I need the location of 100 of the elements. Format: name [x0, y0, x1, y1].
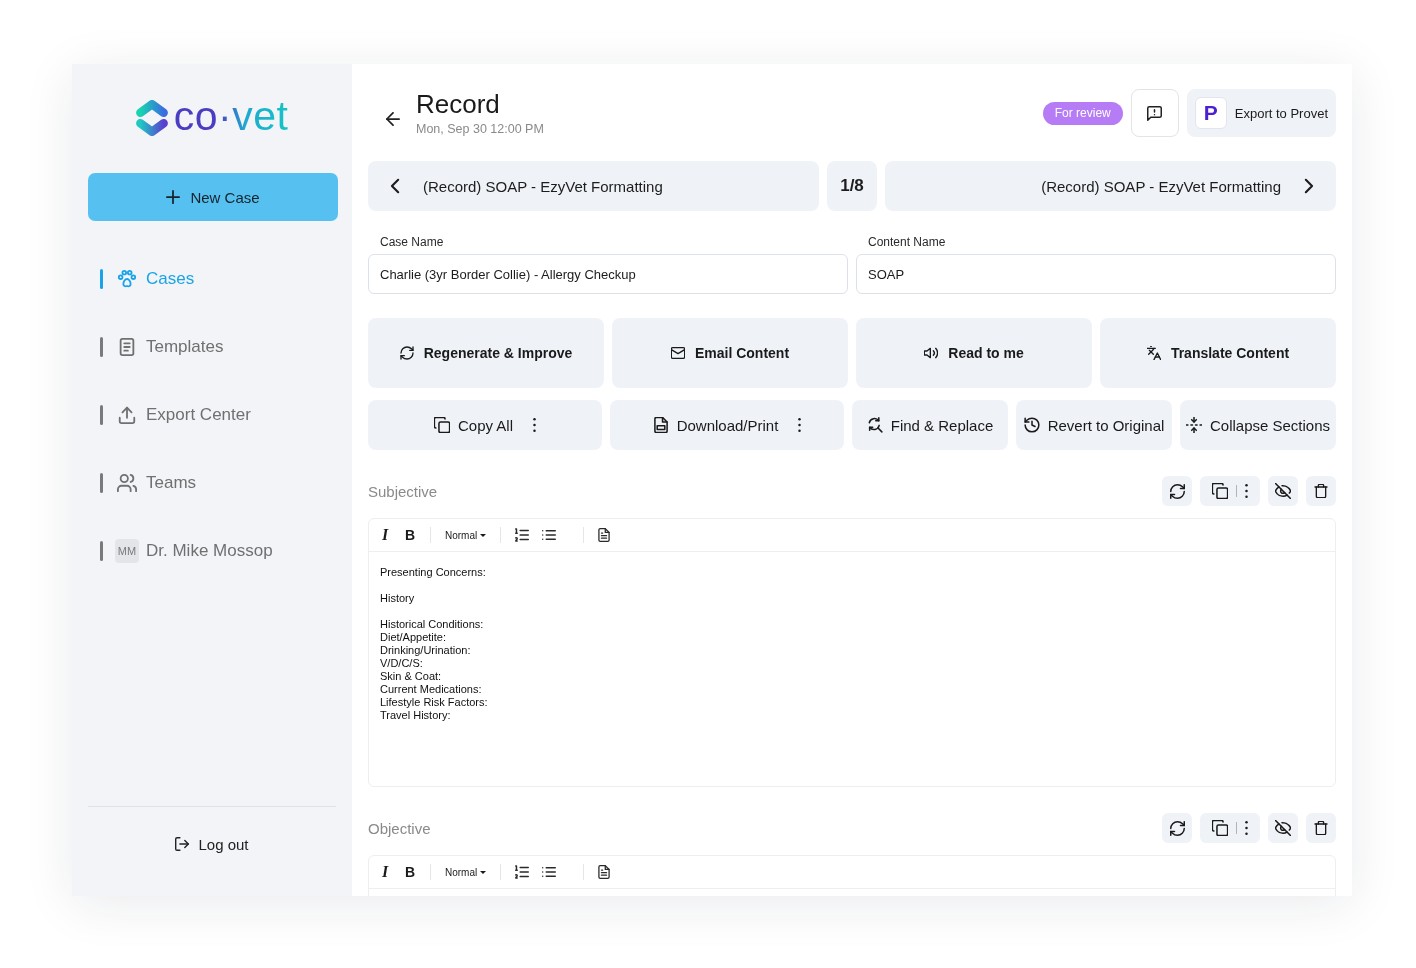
nav-item[interactable]: Export Center — [100, 395, 251, 435]
log-out-button[interactable]: Log out — [171, 826, 253, 862]
page-counter: 1/8 — [827, 161, 877, 211]
eye-off-icon — [1275, 483, 1291, 499]
document-icon — [598, 865, 611, 879]
speaker-icon — [924, 346, 939, 360]
feedback-button[interactable] — [1130, 89, 1179, 137]
new-case-button[interactable]: New Case — [88, 173, 338, 221]
numbered-list-button[interactable] — [515, 862, 530, 882]
regenerate-button[interactable] — [1162, 813, 1192, 843]
editor-text-line: Current Medications: — [380, 683, 482, 696]
refresh-icon — [399, 346, 414, 360]
action-button[interactable]: Regenerate & Improve — [368, 318, 604, 388]
plus-icon — [166, 190, 181, 204]
section-title: Objective — [368, 819, 431, 837]
bold-button[interactable]: B — [404, 864, 416, 880]
format-dropdown[interactable]: Normal — [445, 866, 487, 878]
text-field[interactable]: Charlie (3yr Border Collie) - Allergy Checkup — [368, 254, 848, 294]
export-button[interactable]: P Export to Provet — [1186, 89, 1336, 137]
p-logo: P — [1194, 97, 1227, 129]
more-icon — [1245, 484, 1248, 498]
delete-button[interactable] — [1306, 813, 1336, 843]
tool-button[interactable]: Revert to Original — [1016, 400, 1172, 450]
action-button[interactable]: Translate Content — [1100, 318, 1336, 388]
action-button[interactable]: Email Content — [612, 318, 848, 388]
history-icon — [1023, 417, 1040, 433]
indicator-bar-icon — [100, 405, 103, 425]
bullet-list-icon — [542, 865, 557, 879]
section-title: Subjective — [368, 482, 438, 500]
tool-button[interactable]: Find & Replace — [852, 400, 1008, 450]
italic-button[interactable]: I — [379, 863, 391, 881]
avatar-initials: MM — [115, 539, 139, 563]
hide-button[interactable] — [1268, 813, 1298, 843]
next-template-button[interactable]: (Record) SOAP - EzyVet Formatting — [885, 161, 1336, 211]
document-button[interactable] — [598, 525, 611, 545]
indicator-bar-icon — [100, 337, 103, 357]
indicator-bar-icon — [100, 541, 103, 561]
trash-icon — [1314, 484, 1328, 498]
editor-text-line: V/D/C/S: — [380, 657, 423, 670]
editor-text-line: Presenting Concerns: — [380, 566, 486, 579]
collapse-icon — [1185, 417, 1202, 433]
indicator-bar-icon — [100, 269, 103, 289]
eye-off-icon — [1275, 820, 1291, 836]
paw-icon — [117, 269, 137, 289]
bullet-list-icon — [542, 528, 557, 542]
more-icon — [798, 418, 802, 432]
nav-item[interactable]: MM Dr. Mike Mossop — [100, 531, 273, 571]
hide-button[interactable] — [1268, 476, 1298, 506]
tool-button[interactable]: Collapse Sections — [1180, 400, 1336, 450]
delete-button[interactable] — [1306, 476, 1336, 506]
refresh-icon — [1169, 483, 1185, 499]
status-badge: For review — [1042, 101, 1123, 125]
regenerate-button[interactable] — [1162, 476, 1192, 506]
pdf-file-icon — [652, 417, 669, 433]
action-button[interactable]: Read to me — [856, 318, 1092, 388]
tool-button[interactable]: Download/Print — [610, 400, 844, 450]
nav-item[interactable]: Teams — [100, 463, 197, 503]
copy-icon — [1212, 483, 1228, 499]
arrow-left-icon — [386, 112, 400, 126]
tool-button[interactable]: Copy All — [368, 400, 602, 450]
chevron-right-icon — [1303, 178, 1314, 194]
record-date: Mon, Sep 30 12:00 PM — [416, 121, 544, 137]
editor-text-line: Lifestyle Risk Factors: — [380, 696, 488, 709]
copy-icon — [434, 417, 450, 433]
text-field[interactable]: SOAP — [856, 254, 1336, 294]
previous-template-button[interactable]: (Record) SOAP - EzyVet Formatting — [368, 161, 819, 211]
mail-icon — [670, 346, 685, 360]
editor-text-line: Diet/Appetite: — [380, 631, 447, 644]
document-icon — [117, 337, 137, 357]
caret-icon — [480, 870, 487, 874]
nav-item[interactable]: Templates — [100, 327, 224, 367]
bold-button[interactable]: B — [404, 527, 416, 543]
copy-icon — [1212, 820, 1228, 836]
logo-mark-icon — [135, 100, 168, 136]
message-alert-icon — [1147, 105, 1163, 121]
indicator-bar-icon — [100, 473, 103, 493]
trash-icon — [1314, 821, 1328, 835]
document-icon — [598, 528, 611, 542]
page-title: Record — [416, 89, 501, 119]
upload-icon — [117, 405, 137, 425]
more-icon — [1245, 821, 1248, 835]
format-dropdown[interactable]: Normal — [445, 529, 487, 541]
field-label: Case Name — [380, 235, 444, 249]
field-label: Content Name — [868, 235, 946, 249]
editor-text-line: Historical Conditions: — [380, 618, 484, 631]
users-icon — [117, 473, 137, 493]
editor-text-line: Skin & Coat: — [380, 670, 442, 683]
rich-text-editor[interactable]: I B Normal — [368, 855, 1336, 896]
search-replace-icon — [866, 417, 883, 433]
numbered-list-button[interactable] — [515, 525, 530, 545]
rich-text-editor[interactable]: I B Normal Presenting Concerns: History Historical Conditions: Diet/Appetite: Drinking/Urination: V/D/C/S: Skin & Coat: Current Medications: Lifestyle Risk Factors: Travel History: — [368, 518, 1336, 787]
italic-button[interactable]: I — [379, 526, 391, 544]
editor-text-line: History — [380, 592, 415, 605]
document-button[interactable] — [598, 862, 611, 882]
log-out-icon — [175, 837, 190, 851]
caret-icon — [480, 533, 487, 537]
more-icon — [533, 418, 536, 432]
numbered-list-icon — [515, 528, 530, 542]
chevron-left-icon — [390, 178, 401, 194]
editor-text-line: Drinking/Urination: — [380, 644, 471, 657]
